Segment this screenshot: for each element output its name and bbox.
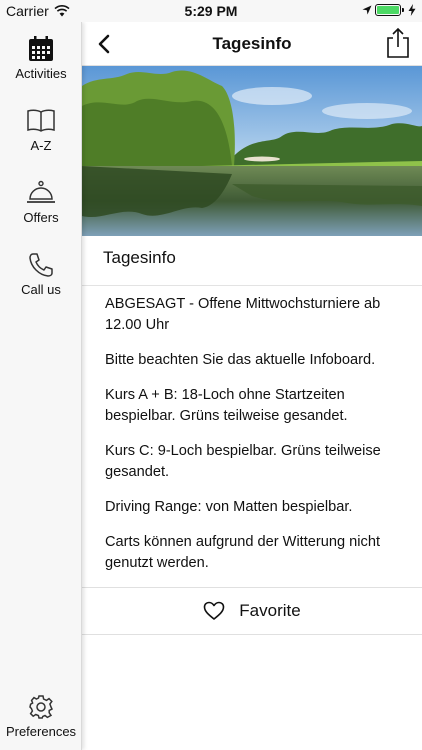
- phone-icon: [29, 253, 53, 277]
- nav-bar: Tagesinfo: [82, 22, 422, 66]
- battery-icon: [375, 4, 404, 16]
- page-title: Tagesinfo: [212, 34, 292, 53]
- sidebar-item-label: A-Z: [30, 138, 52, 153]
- sidebar-item-label: Activities: [15, 66, 67, 81]
- sidebar-item-preferences[interactable]: Preferences: [0, 694, 82, 739]
- favorite-label: Favorite: [239, 601, 301, 620]
- section-title: Tagesinfo: [82, 236, 422, 286]
- battery-fill: [377, 6, 399, 14]
- service-bell-icon: [27, 180, 55, 203]
- status-time: 5:29 PM: [184, 3, 238, 19]
- heart-icon: [203, 601, 225, 620]
- info-text: ABGESAGT - Offene Mittwochsturniere ab 1…: [82, 286, 422, 574]
- info-paragraph: Driving Range: von Matten bespielbar.: [105, 499, 353, 515]
- sidebar-item-label: Offers: [23, 210, 59, 225]
- sidebar-item-call-us[interactable]: Call us: [0, 252, 82, 297]
- status-bar: Carrier 5:29 PM: [0, 0, 422, 22]
- info-paragraph: ABGESAGT - Offene Mittwochsturniere ab 1…: [105, 296, 381, 333]
- share-button[interactable]: [384, 27, 412, 59]
- calendar-icon: [29, 36, 53, 61]
- info-paragraph: Kurs C: 9-Loch bespielbar. Grüns teilwei…: [105, 443, 381, 480]
- sidebar: Activities A-Z Offers Call us Preference…: [0, 22, 82, 750]
- sidebar-item-offers[interactable]: Offers: [0, 180, 82, 225]
- share-icon: [387, 27, 409, 58]
- sidebar-item-label: Call us: [21, 282, 61, 297]
- main-content: Tagesinfo Tagesinfo ABGESAGT - Offene Mi…: [82, 22, 422, 750]
- status-bar-right: [362, 4, 416, 16]
- info-paragraph: Bitte beachten Sie das aktuelle Infoboar…: [105, 352, 376, 368]
- sidebar-item-activities[interactable]: Activities: [0, 36, 82, 81]
- charging-bolt-icon: [408, 4, 416, 16]
- location-arrow-icon: [362, 5, 372, 15]
- info-paragraph: Kurs A + B: 18-Loch ohne Startzeiten bes…: [105, 387, 348, 424]
- info-paragraph: Carts können aufgrund der Witterung nich…: [105, 534, 381, 571]
- sidebar-item-a-z[interactable]: A-Z: [0, 108, 82, 153]
- book-icon: [27, 109, 55, 132]
- favorite-button[interactable]: Favorite: [82, 587, 422, 635]
- sidebar-item-label: Preferences: [5, 724, 77, 739]
- gear-icon: [29, 695, 53, 719]
- hero-image: [82, 66, 422, 236]
